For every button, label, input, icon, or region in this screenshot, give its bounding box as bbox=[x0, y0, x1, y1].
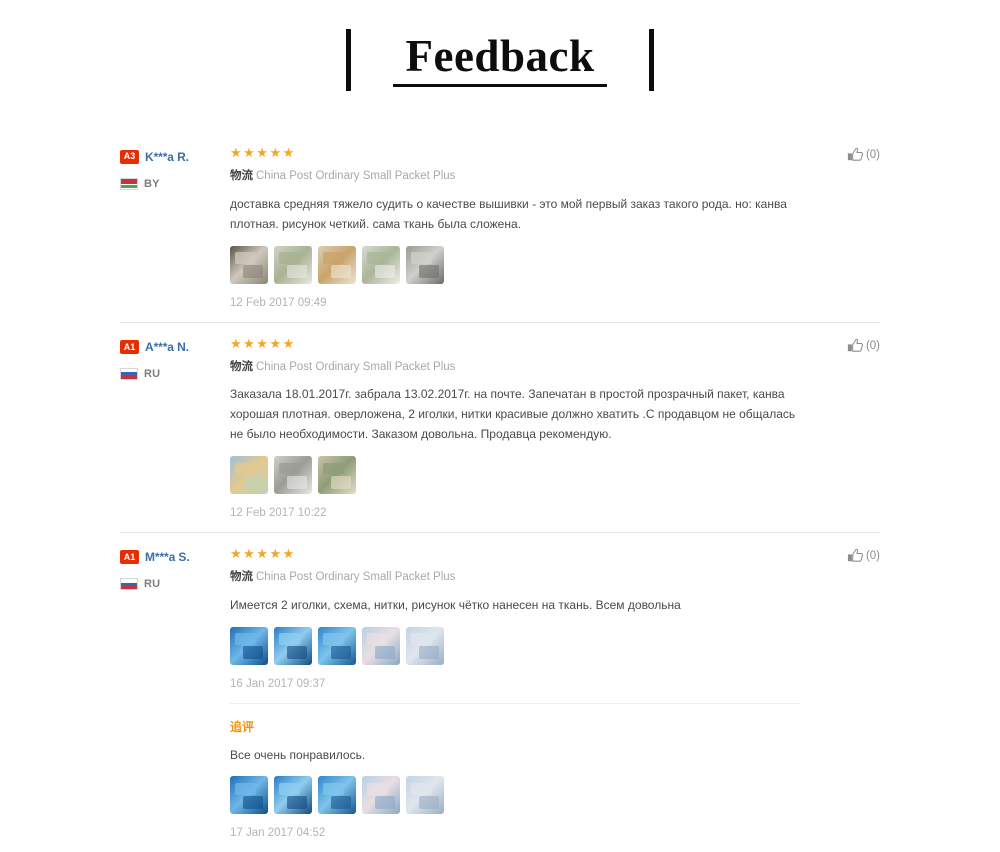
review-text: Заказала 18.01.2017г. забрала 13.02.2017… bbox=[230, 387, 796, 442]
logistics-info: 物流 China Post Ordinary Small Packet Plus bbox=[230, 169, 800, 184]
header-left-bar-icon bbox=[346, 29, 351, 91]
thumbs-up-icon bbox=[847, 338, 864, 359]
review-photo-1[interactable] bbox=[230, 455, 268, 494]
review-text: Имеется 2 иголки, схема, нитки, рисунок … bbox=[230, 597, 681, 612]
review-photo-3[interactable] bbox=[318, 626, 356, 665]
rating-stars: ★★★★★ bbox=[230, 335, 296, 351]
review-user-info: A1 A***a N. RU bbox=[120, 337, 230, 532]
country-flag-icon bbox=[120, 177, 138, 190]
logistics-info: 物流 China Post Ordinary Small Packet Plus bbox=[230, 570, 800, 585]
review-photo-2[interactable] bbox=[274, 626, 312, 665]
header-underline bbox=[393, 84, 607, 88]
helpful-count: (0) bbox=[865, 149, 880, 161]
review-photo-1[interactable] bbox=[230, 245, 268, 284]
header-right-bar-icon bbox=[649, 29, 654, 91]
additional-review-date: 17 Jan 2017 04:52 bbox=[230, 827, 326, 840]
review-photo-4[interactable] bbox=[362, 245, 400, 284]
logistics-carrier: China Post Ordinary Small Packet Plus bbox=[256, 360, 456, 373]
feedback-review-list: A3 K***a R. BY ★★★★★ 物流 China Post Ordinary S… bbox=[120, 132, 880, 852]
user-country-line: BY bbox=[120, 174, 230, 193]
buyer-level-badge: A1 bbox=[120, 550, 139, 565]
addon-photo-5[interactable] bbox=[406, 776, 444, 815]
review-date: 16 Jan 2017 09:37 bbox=[230, 677, 326, 690]
reviewer-name[interactable]: M***a S. bbox=[145, 550, 190, 564]
page-title: Feedback bbox=[405, 30, 595, 81]
reviewer-name[interactable]: K***a R. bbox=[145, 150, 189, 164]
review-item: A1 M***a S. RU ★★★★★ 物流 China Post Ordinary S… bbox=[120, 531, 880, 852]
review-photo-strip bbox=[230, 245, 800, 284]
country-code: RU bbox=[144, 578, 161, 591]
review-photo-strip bbox=[230, 455, 800, 494]
reviewer-name[interactable]: A***a N. bbox=[145, 340, 189, 354]
user-identity-line: A1 M***a S. bbox=[120, 548, 230, 567]
review-user-info: A3 K***a R. BY bbox=[120, 146, 230, 322]
review-content: ★★★★★ 物流 China Post Ordinary Small Packet … bbox=[230, 547, 814, 852]
review-photo-5[interactable] bbox=[406, 245, 444, 284]
user-identity-line: A1 A***a N. bbox=[120, 338, 230, 357]
addon-photo-2[interactable] bbox=[274, 776, 312, 815]
review-content: ★★★★★ 物流 China Post Ordinary Small Packet … bbox=[230, 337, 814, 532]
user-country-line: RU bbox=[120, 365, 230, 384]
additional-review: 追评 Все очень понравилось. 17 Jan 2017 04:5… bbox=[230, 702, 800, 852]
header-title-wrap: Feedback bbox=[385, 30, 615, 88]
buyer-level-badge: A3 bbox=[120, 149, 139, 164]
logistics-label: 物流 bbox=[230, 570, 253, 583]
review-item: A3 K***a R. BY ★★★★★ 物流 China Post Ordinary S… bbox=[120, 132, 880, 322]
rating-stars: ★★★★★ bbox=[230, 545, 296, 561]
review-photo-3[interactable] bbox=[318, 245, 356, 284]
rating-stars: ★★★★★ bbox=[230, 145, 296, 160]
logistics-label: 物流 bbox=[230, 360, 253, 373]
helpful-count: (0) bbox=[865, 339, 880, 352]
additional-review-photo-strip bbox=[230, 776, 800, 815]
thumbs-up-icon bbox=[847, 548, 864, 569]
logistics-label: 物流 bbox=[230, 170, 253, 182]
review-date: 12 Feb 2017 10:22 bbox=[230, 506, 327, 519]
logistics-info: 物流 China Post Ordinary Small Packet Plus bbox=[230, 360, 800, 375]
review-text: доставка средняя тяжело судить о качеств… bbox=[230, 196, 787, 231]
country-flag-icon bbox=[120, 368, 138, 381]
review-photo-5[interactable] bbox=[406, 626, 444, 665]
logistics-carrier: China Post Ordinary Small Packet Plus bbox=[256, 570, 456, 583]
review-photo-2[interactable] bbox=[274, 245, 312, 284]
review-date: 12 Feb 2017 09:49 bbox=[230, 296, 327, 309]
addon-photo-1[interactable] bbox=[230, 776, 268, 815]
country-code: RU bbox=[144, 368, 161, 381]
feedback-header: Feedback bbox=[0, 0, 1000, 120]
buyer-level-badge: A1 bbox=[120, 340, 139, 355]
review-photo-strip bbox=[230, 626, 800, 665]
additional-review-title: 追评 bbox=[230, 719, 255, 734]
review-photo-3[interactable] bbox=[318, 455, 356, 494]
thumbs-up-icon bbox=[847, 147, 864, 168]
user-identity-line: A3 K***a R. bbox=[120, 147, 230, 166]
helpful-button[interactable]: (0) bbox=[814, 337, 880, 532]
review-user-info: A1 M***a S. RU bbox=[120, 547, 230, 852]
user-country-line: RU bbox=[120, 575, 230, 594]
review-content: ★★★★★ 物流 China Post Ordinary Small Packet … bbox=[230, 146, 814, 322]
additional-review-text: Все очень понравилось. bbox=[230, 747, 366, 762]
review-photo-1[interactable] bbox=[230, 626, 268, 665]
review-item: A1 A***a N. RU ★★★★★ 物流 China Post Ordinary S… bbox=[120, 321, 880, 532]
logistics-carrier: China Post Ordinary Small Packet Plus bbox=[256, 170, 456, 182]
helpful-button[interactable]: (0) bbox=[814, 146, 880, 322]
helpful-count: (0) bbox=[865, 549, 880, 562]
country-code: BY bbox=[144, 177, 160, 190]
review-photo-4[interactable] bbox=[362, 626, 400, 665]
country-flag-icon bbox=[120, 578, 138, 591]
addon-photo-4[interactable] bbox=[362, 776, 400, 815]
addon-photo-3[interactable] bbox=[318, 776, 356, 815]
review-photo-2[interactable] bbox=[274, 455, 312, 494]
helpful-button[interactable]: (0) bbox=[814, 547, 880, 852]
